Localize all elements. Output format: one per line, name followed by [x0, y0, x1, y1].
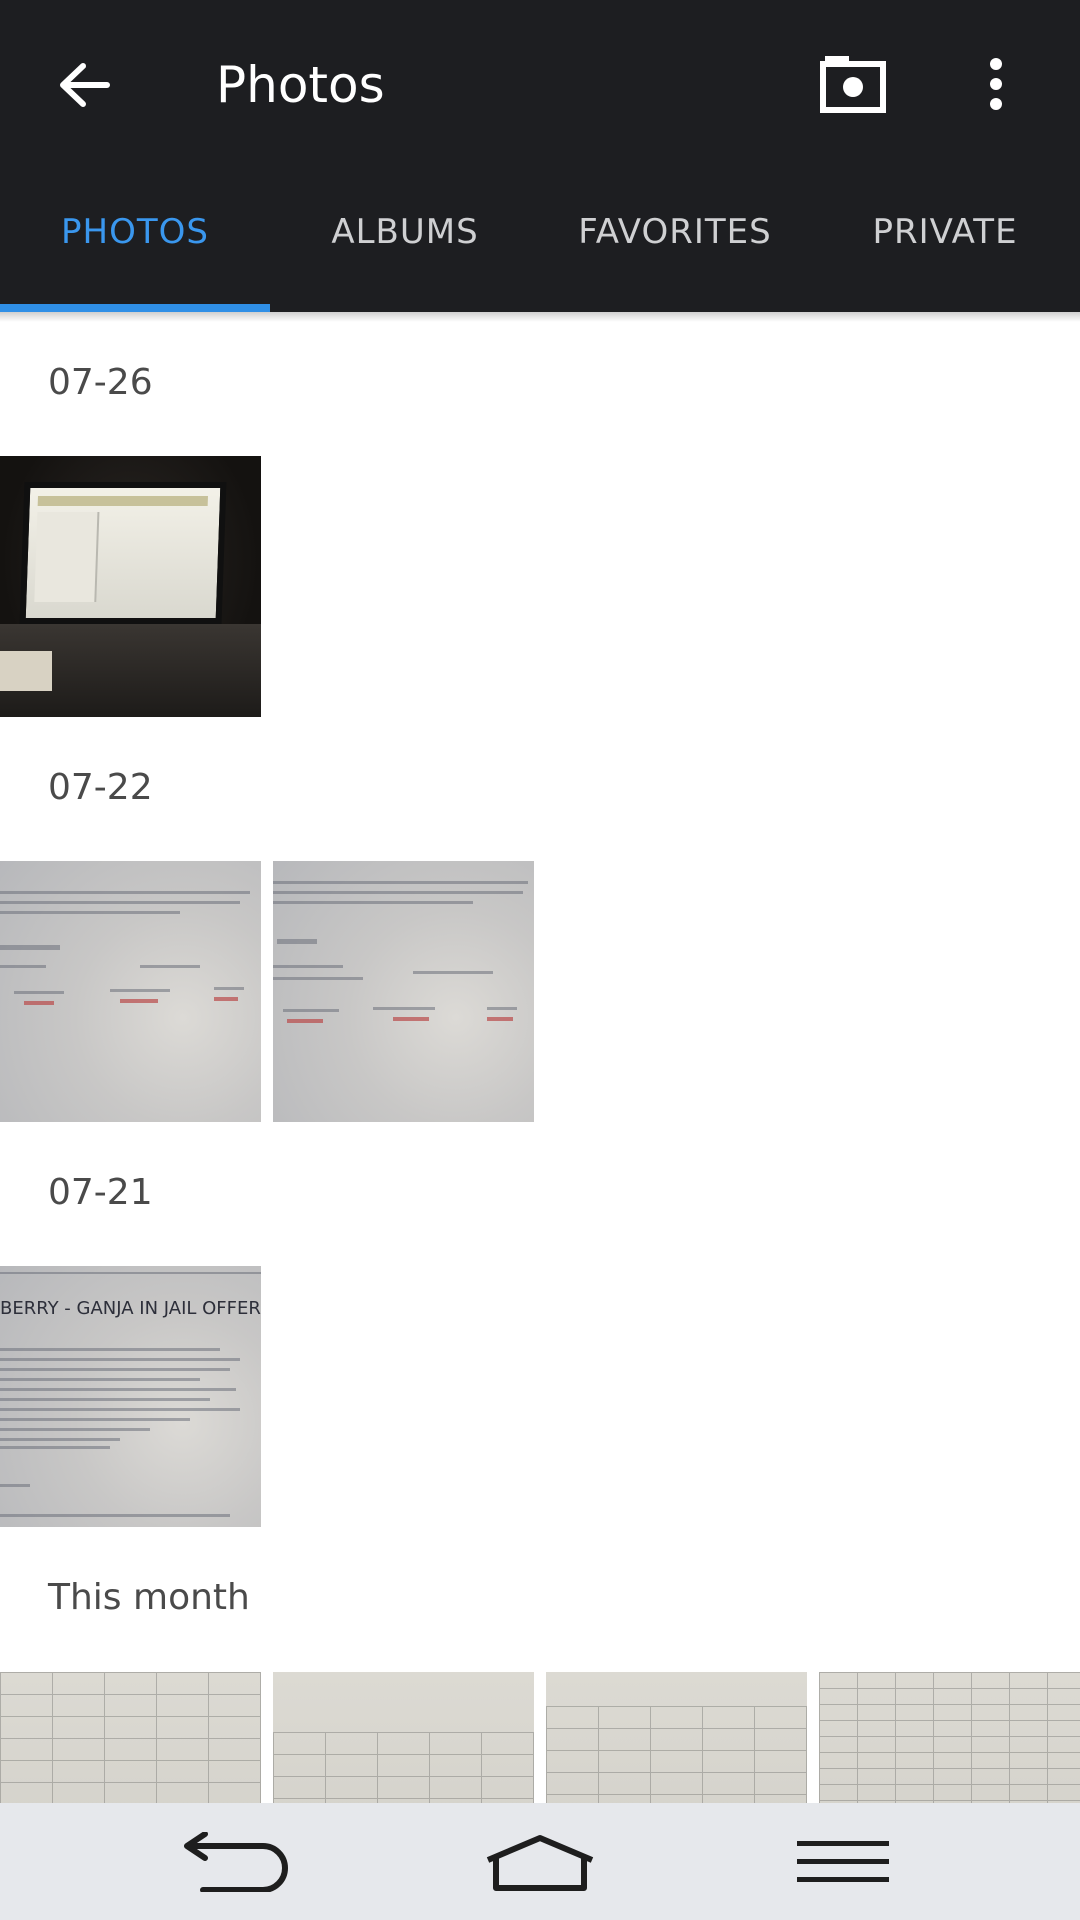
nav-back-button[interactable] [168, 1817, 308, 1907]
date-header: 07-22 [48, 767, 153, 808]
photo-row [0, 1672, 1080, 1803]
photo-overlay-text: BERRY - GANJA IN JAIL OFFER [0, 1298, 261, 1319]
back-button[interactable] [44, 40, 124, 130]
top-app-bar: Photos [0, 0, 1080, 172]
active-tab-indicator [0, 304, 270, 312]
tab-bar-shadow [0, 312, 1080, 322]
photo-thumbnail[interactable] [546, 1672, 807, 1803]
photos-app: Photos PHOTOS ALBUMS FAVORITES PRIVATE 0… [0, 0, 1080, 1920]
nav-menu-icon [797, 1841, 889, 1882]
camera-icon [820, 56, 886, 113]
tab-bar: PHOTOS ALBUMS FAVORITES PRIVATE [0, 172, 1080, 312]
tab-favorites[interactable]: FAVORITES [540, 172, 810, 312]
tab-albums[interactable]: ALBUMS [270, 172, 540, 312]
date-header: 07-26 [48, 362, 153, 403]
camera-button[interactable] [808, 44, 898, 124]
photo-thumbnail[interactable] [0, 1672, 261, 1803]
date-header: 07-21 [48, 1172, 153, 1213]
nav-home-icon [486, 1835, 594, 1891]
photo-thumbnail[interactable] [273, 1672, 534, 1803]
nav-menu-button[interactable] [773, 1817, 913, 1907]
nav-back-icon [184, 1832, 288, 1892]
nav-home-button[interactable] [470, 1817, 610, 1907]
more-options-button[interactable] [966, 44, 1026, 124]
photo-thumbnail[interactable] [0, 861, 261, 1122]
system-navigation-bar [0, 1803, 1080, 1920]
photo-thumbnail[interactable] [273, 861, 534, 1122]
photo-thumbnail[interactable]: BERRY - GANJA IN JAIL OFFER [0, 1266, 261, 1527]
tab-photos[interactable]: PHOTOS [0, 172, 270, 312]
photo-thumbnail[interactable] [819, 1672, 1080, 1803]
photo-thumbnail[interactable] [0, 456, 261, 717]
more-vert-icon [990, 58, 1002, 110]
page-title: Photos [216, 56, 385, 114]
date-header: This month [48, 1577, 250, 1618]
arrow-back-icon [60, 63, 110, 107]
tab-private[interactable]: PRIVATE [810, 172, 1080, 312]
